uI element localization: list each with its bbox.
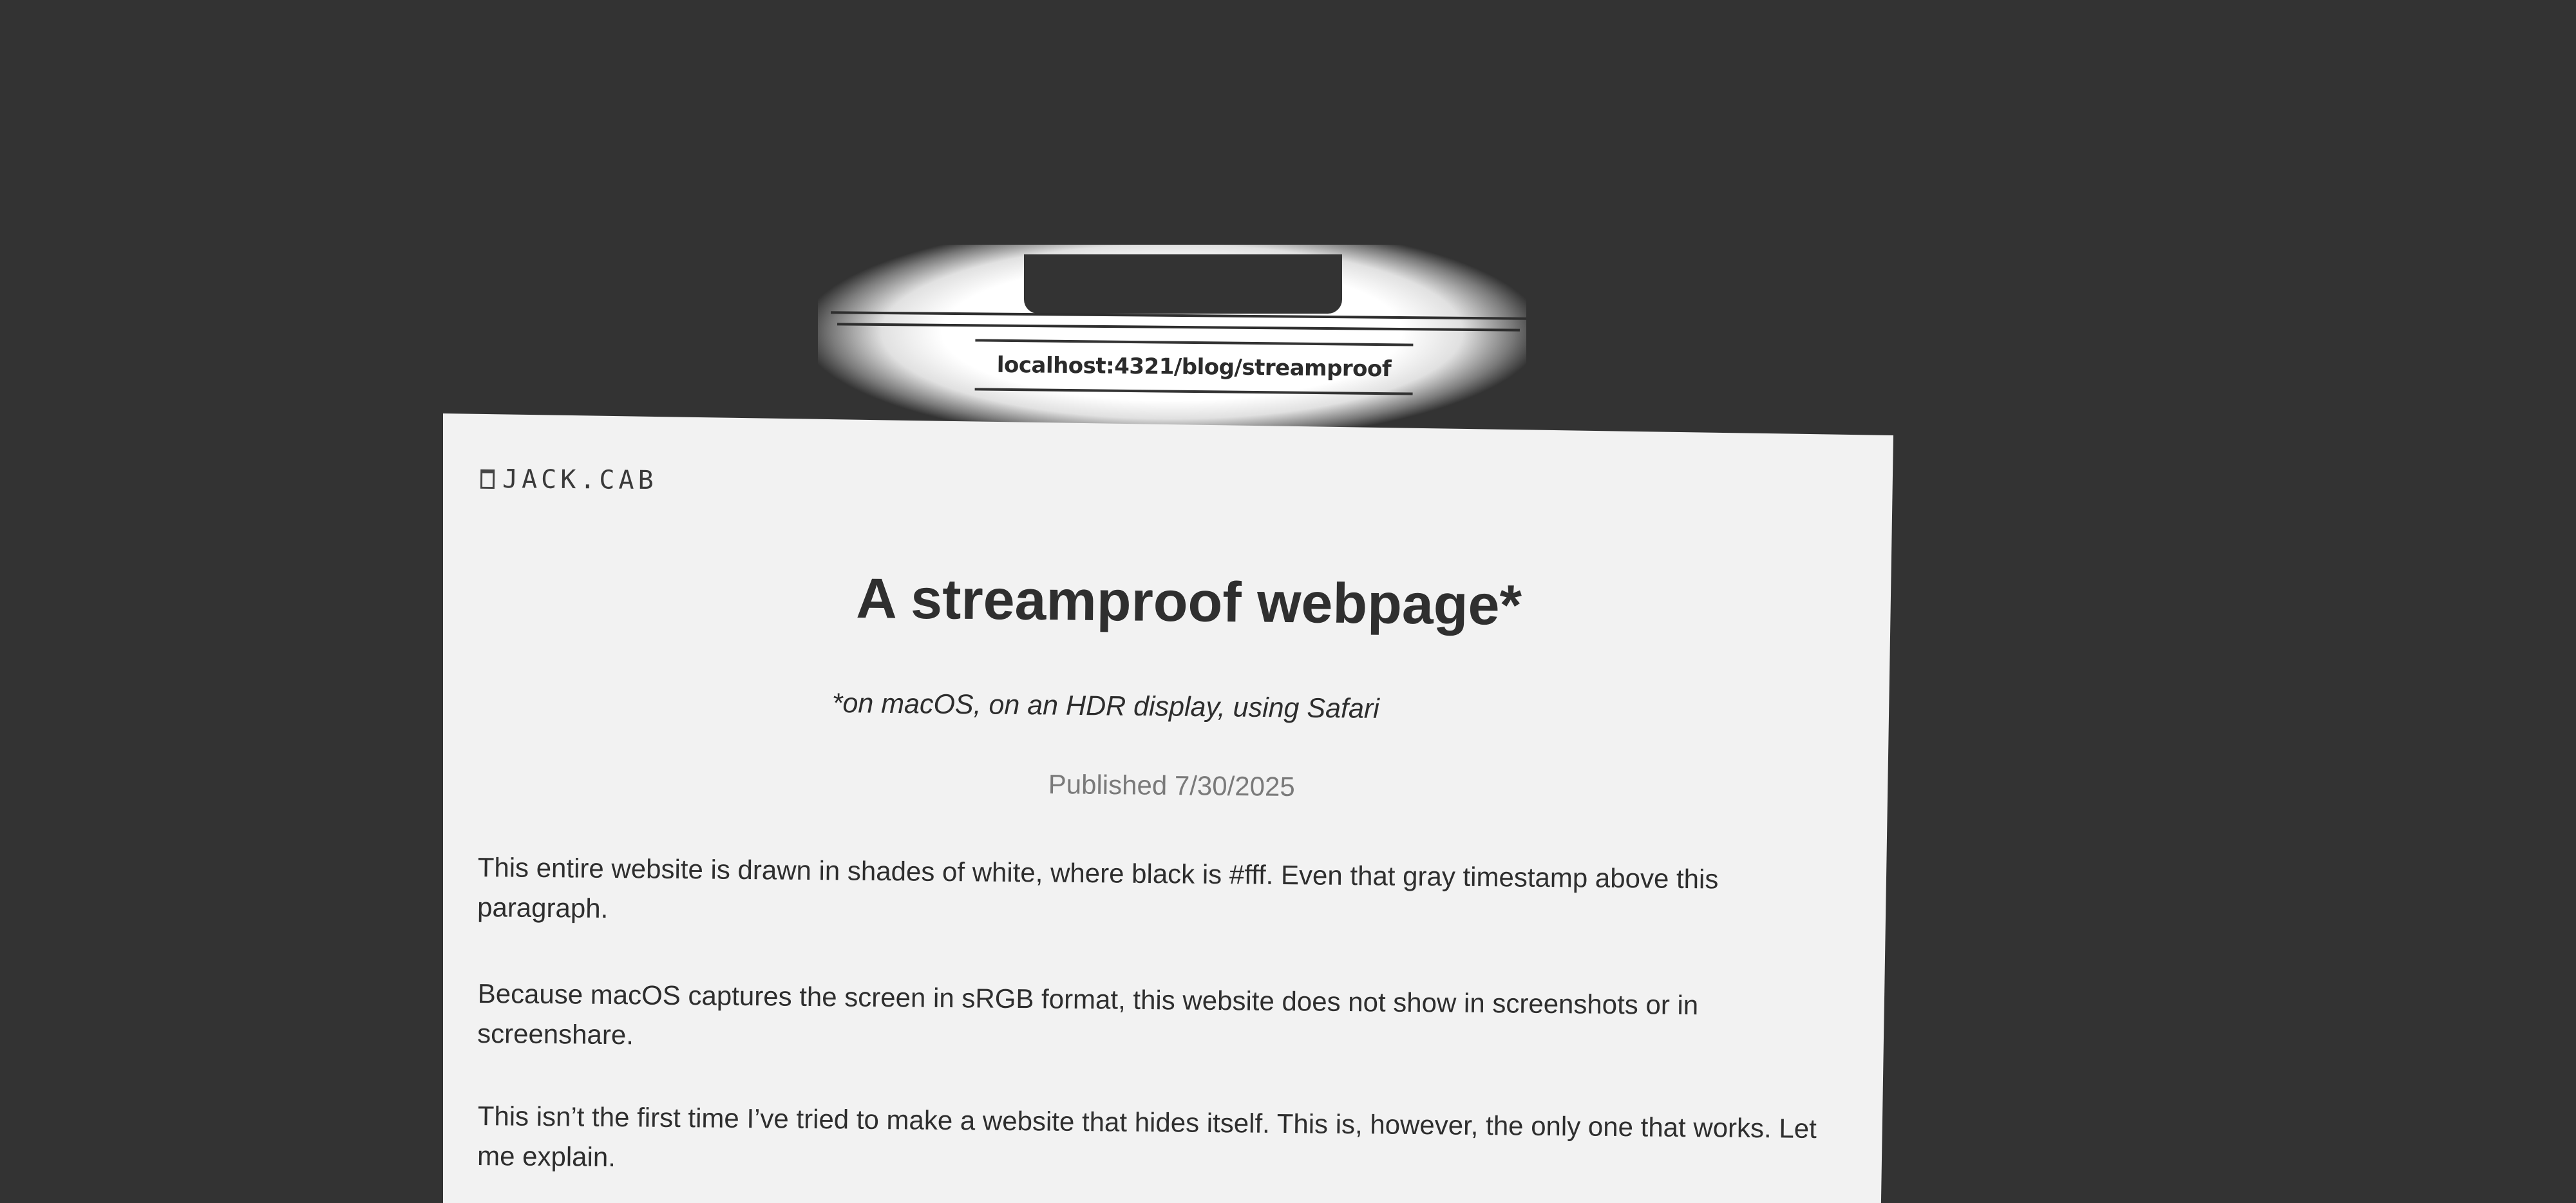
address-bar-url: localhost:4321/blog/streamproof [996, 352, 1392, 383]
article-paragraph: Because macOS captures the screen in sRG… [477, 978, 1699, 1050]
page-title: A streamproof webpage* [855, 565, 1522, 637]
webpage-panel [443, 413, 1893, 1203]
site-logo-link[interactable]: JACK.CAB [480, 464, 658, 495]
site-brand: JACK.CAB [502, 464, 658, 496]
article-paragraph: This isn’t the first time I’ve tried to … [477, 1100, 1817, 1173]
address-bar[interactable]: localhost:4321/blog/streamproof [974, 339, 1414, 395]
page-icon [480, 469, 495, 489]
published-date: Published 7/30/2025 [1048, 769, 1295, 802]
page-subtitle: *on macOS, on an HDR display, using Safa… [831, 688, 1380, 725]
camera-notch [1024, 254, 1342, 314]
article-paragraph: This entire website is drawn in shades o… [477, 851, 1719, 924]
